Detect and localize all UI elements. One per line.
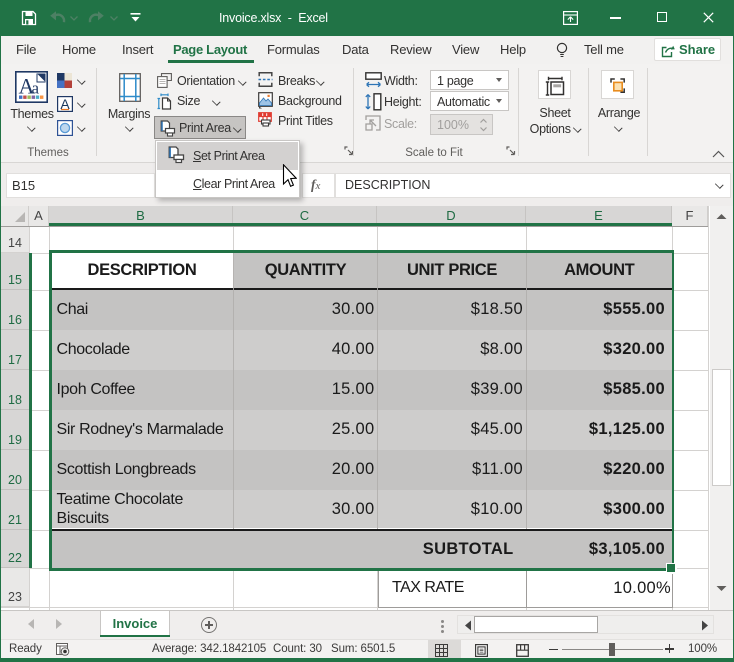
svg-text:a: a — [32, 79, 40, 98]
